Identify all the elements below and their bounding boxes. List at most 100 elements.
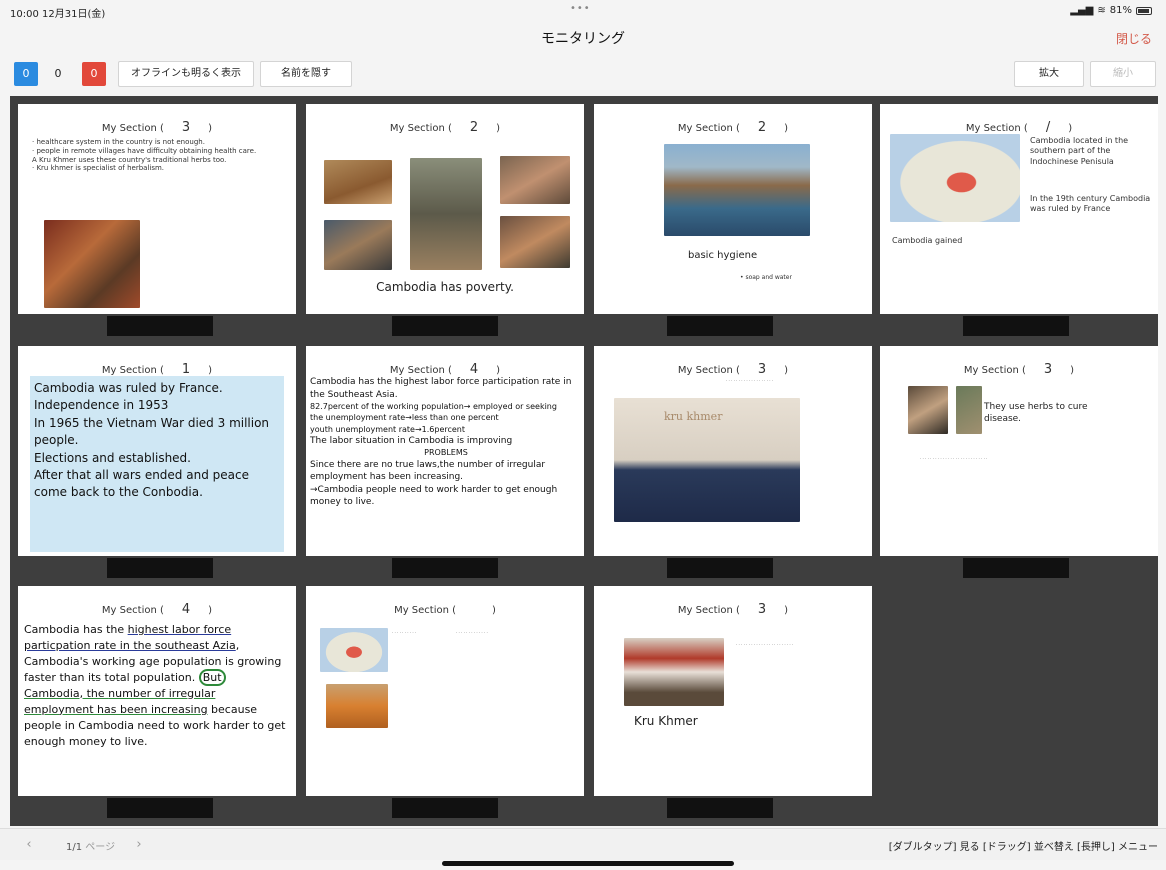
kru-khmer-photo [624,638,724,706]
text-line: A Kru Khmer uses these country's traditi… [32,155,227,164]
text-line: 82.7percent of the working population→ e… [310,402,557,412]
student-name-hidden [667,558,773,578]
text-run: Cambodia has the [24,623,128,636]
prev-page-icon[interactable]: ‹ [18,835,40,855]
section-header: My Section (2) [389,120,501,135]
wifi-icon: ≋ [1097,5,1106,16]
section-number: 4 [469,362,479,377]
section-header: My Section (1) [101,362,213,377]
gesture-hint: [ダブルタップ] 見る [ドラッグ] 並べ替え [長押し] メニュー [888,842,1158,853]
section-header: My Section (3) [963,362,1075,377]
photo [500,156,570,204]
status-bar: 10:00 12月31日(金) ••• ▂▄▆ ≋ 81% [0,0,1166,22]
student-card[interactable]: My Section (/) Cambodia located in the s… [880,104,1158,314]
section-label: My Section ( [101,365,164,376]
count-blue-badge[interactable]: 0 [14,62,38,86]
battery-percent: 81% [1109,5,1132,16]
section-header: My Section (4) [101,602,213,617]
section-number: 2 [757,120,767,135]
page-indicator: 1/1 ページ [66,838,115,853]
tiny-text: · · · · · · · · · · · · · [456,630,488,635]
text-line: PROBLEMS [424,448,468,458]
student-card[interactable]: My Section (2) basic hygiene • soap and … [594,104,872,314]
photo [324,220,392,270]
section-label: My Section ( [963,365,1026,376]
card-text: Cambodia located in the southern part of… [1030,136,1129,166]
text-line: Since there are no true laws,the number … [310,459,546,483]
card-text: · healthcare system in the country is no… [32,138,288,173]
close-button[interactable]: 閉じる [1116,30,1152,47]
section-number: 2 [469,120,479,135]
zoom-out-button[interactable]: 縮小 [1090,61,1156,87]
student-name-hidden [667,798,773,818]
card-caption: basic hygiene [688,250,758,261]
tiny-text: · · · · · · · · · · · · · · · · · · · · … [920,456,988,461]
photo [956,386,982,434]
student-name-hidden [392,798,498,818]
card-text: Cambodia has the highest labor force par… [310,376,582,509]
home-indicator[interactable] [442,861,734,866]
show-offline-bright-button[interactable]: オフラインも明るく表示 [118,61,254,87]
section-label: My Section ( [394,605,457,616]
card-caption: Kru Khmer [634,714,698,728]
student-card[interactable]: My Section (3) · healthcare system in th… [18,104,296,314]
section-number: 3 [757,602,767,617]
student-name-hidden [107,798,213,818]
student-card[interactable]: My Section (3) They use herbs to cure di… [880,346,1158,556]
card-text: Cambodia was ruled by France. Independen… [30,376,284,552]
student-card[interactable]: My Section (4) Cambodia has the highest … [306,346,584,556]
student-card[interactable]: My Section (3) kru khmer · · · · · · · ·… [594,346,872,556]
tiny-text: · · · · · · · · · · · · · · · · · · · · … [736,642,794,647]
section-number: / [1045,120,1051,135]
student-card[interactable]: My Section (2) Cambodia has poverty. [306,104,584,314]
count-plain-badge: 0 [54,67,62,80]
student-card[interactable]: My Section () · · · · · · · · · · · · · … [306,586,584,796]
card-caption: Cambodia has poverty. [376,280,514,294]
title-bar: モニタリング 閉じる [0,22,1166,56]
student-name-hidden [963,558,1069,578]
student-name-hidden [392,316,498,336]
page-unit: ページ [85,842,116,853]
student-card[interactable]: My Section (4) Cambodia has the highest … [18,586,296,796]
photo [324,160,392,204]
text-line: The labor situation in Cambodia is impro… [310,435,513,446]
card-text: Cambodia has the highest labor force par… [24,622,288,750]
section-label: My Section ( [389,365,452,376]
section-number: 3 [1043,362,1053,377]
bottom-bar: ‹ 1/1 ページ › [ダブルタップ] 見る [ドラッグ] 並べ替え [長押し… [0,828,1166,860]
text-line: youth unemployment rate→1.6percent [310,424,466,434]
text-line: Elections and established. [34,450,191,465]
status-time: 10:00 [10,9,39,20]
section-header: My Section (3) [677,602,789,617]
student-name-hidden [107,558,213,578]
count-red-badge[interactable]: 0 [82,62,106,86]
section-number: 3 [757,362,767,377]
hide-names-button[interactable]: 名前を隠す [260,61,352,87]
herbs-photo [44,220,140,308]
section-header: My Section (/) [965,120,1073,135]
circled-text: But [198,668,226,686]
section-label: My Section ( [101,123,164,134]
page-number: 1/1 [66,842,83,853]
student-card-grid: My Section (3) · healthcare system in th… [10,96,1158,826]
text-line: In 1965 the Vietnam War died 3 million p… [34,415,270,448]
monitoring-screen: 10:00 12月31日(金) ••• ▂▄▆ ≋ 81% モニタリング 閉じる… [0,0,1166,870]
kru-khmer-photo: kru khmer [614,398,800,522]
text-line: · healthcare system in the country is no… [32,138,205,146]
student-name-hidden [107,316,213,336]
section-number: 3 [181,120,191,135]
student-card[interactable]: My Section (1) Cambodia was ruled by Fra… [18,346,296,556]
text-line: Independence in 1953 [34,398,169,413]
card-text: In the 19th century Cambodia was ruled b… [1030,194,1151,214]
zoom-in-button[interactable]: 拡大 [1014,61,1084,87]
student-card[interactable]: My Section (3) · · · · · · · · · · · · ·… [594,586,872,796]
tiny-text: · · · · · · · · · · [392,630,417,635]
monks-photo [326,684,388,728]
section-label: My Section ( [965,123,1028,134]
multitask-dots[interactable]: ••• [570,3,591,14]
photo-banner: kru khmer [664,410,723,423]
text-line: →Cambodia people need to work harder to … [310,484,558,508]
text-line: · people in remote villages have difficu… [32,146,257,155]
student-name-hidden [667,316,773,336]
next-page-icon[interactable]: › [128,835,150,855]
